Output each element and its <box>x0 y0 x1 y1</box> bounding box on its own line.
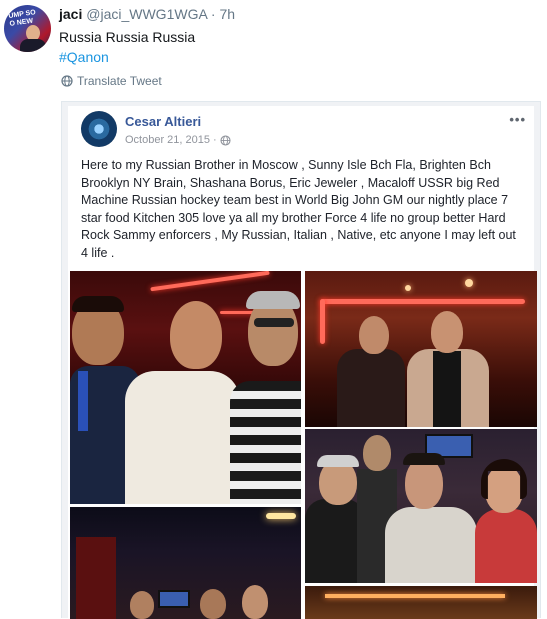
photo-1 <box>70 271 301 504</box>
person-2-head <box>200 589 226 619</box>
tweet-header: jaci @jaci_WWG1WGA · 7h <box>59 5 235 23</box>
translate-label: Translate Tweet <box>77 74 162 88</box>
person-1-head <box>130 591 154 619</box>
more-icon: ••• <box>509 112 526 127</box>
post-meta: October 21, 2015 · <box>125 133 231 147</box>
user-handle[interactable]: @jaci_WWG1WGA <box>86 6 207 22</box>
person-right-hair <box>246 291 300 309</box>
person-right-head <box>431 311 463 353</box>
person-center-head <box>170 301 222 369</box>
tweet-text: Russia Russia Russia <box>59 29 196 45</box>
user-avatar[interactable]: UMP SO O NEW <box>4 5 51 52</box>
person-right-shirt <box>433 351 461 427</box>
hashtag-link[interactable]: #Qanon <box>59 48 109 67</box>
post-author: Cesar Altieri <box>125 114 202 129</box>
neon-light <box>320 299 325 344</box>
person-left-body <box>337 349 405 427</box>
author-avatar <box>81 111 117 147</box>
person-right-body <box>230 381 301 504</box>
person-2-head <box>363 435 391 471</box>
photo-5 <box>305 586 537 619</box>
photo-4 <box>70 507 301 619</box>
person-3-hair <box>403 453 445 465</box>
ceiling-light <box>266 513 296 519</box>
date-separator: · <box>213 134 217 146</box>
person-3-head <box>242 585 268 619</box>
globe-icon <box>61 75 73 87</box>
translate-tweet-link[interactable]: Translate Tweet <box>61 73 162 89</box>
tv-screen <box>158 590 190 608</box>
photo-2 <box>305 271 537 427</box>
neon-light <box>150 271 270 292</box>
embedded-image[interactable]: Cesar Altieri October 21, 2015 · ••• Her… <box>61 101 541 619</box>
display-name[interactable]: jaci <box>59 6 82 22</box>
neon-light <box>320 299 525 304</box>
avatar-suit <box>20 39 46 52</box>
person-left-hair <box>72 296 124 312</box>
wall-panel <box>76 537 116 619</box>
person-left-tie <box>78 371 88 431</box>
person-left-head <box>359 316 389 354</box>
person-4-head <box>485 465 523 513</box>
person-1-body <box>305 499 365 583</box>
person-1-hair <box>317 455 359 467</box>
post-body: Here to my Russian Brother in Moscow , S… <box>81 158 516 260</box>
photo-3 <box>305 429 537 583</box>
post-date: October 21, 2015 <box>125 134 211 146</box>
person-right-glasses <box>254 318 294 327</box>
world-icon <box>220 134 231 146</box>
ceiling-light <box>325 594 505 598</box>
ceiling-light <box>405 285 411 291</box>
person-3-body <box>385 507 477 583</box>
person-center-body <box>125 371 240 504</box>
header-separator: · <box>207 6 220 22</box>
ceiling-light <box>465 279 473 287</box>
facebook-post: Cesar Altieri October 21, 2015 · ••• Her… <box>68 106 537 619</box>
person-4-body <box>475 509 537 583</box>
tweet-time[interactable]: 7h <box>219 6 235 22</box>
